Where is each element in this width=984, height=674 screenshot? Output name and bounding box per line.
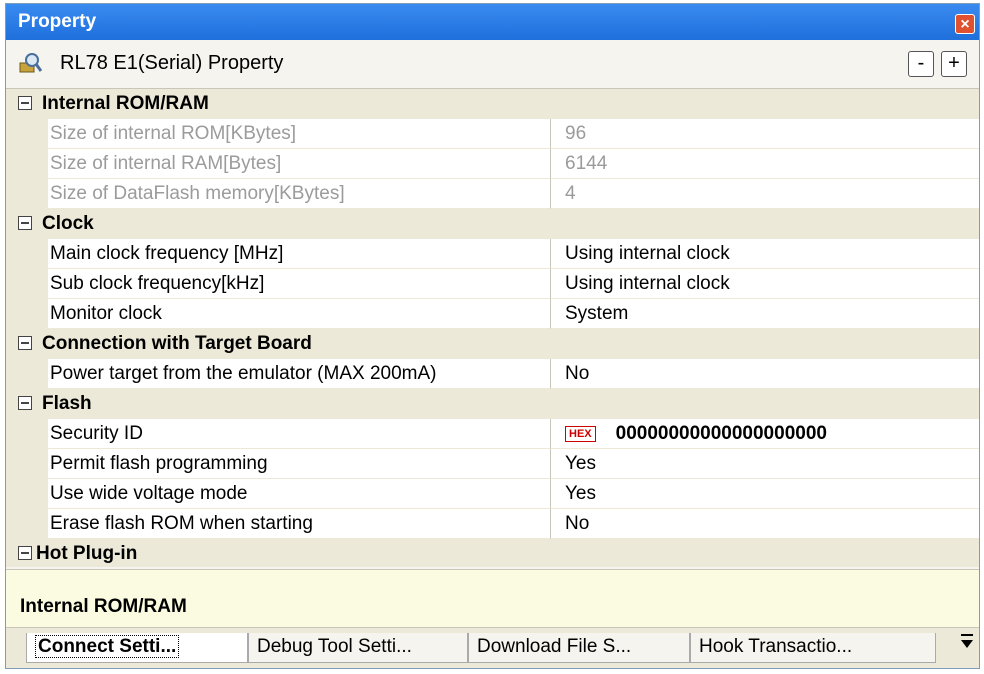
- property-row[interactable]: Monitor clock System: [6, 299, 979, 329]
- expand-all-button[interactable]: +: [941, 51, 967, 77]
- property-name: Use wide voltage mode: [48, 479, 551, 509]
- property-icon: [19, 53, 42, 73]
- collapse-icon[interactable]: [18, 96, 32, 110]
- tab-menu-icon[interactable]: [961, 634, 973, 648]
- property-value: 4: [551, 179, 979, 209]
- property-value[interactable]: Using internal clock: [551, 269, 979, 299]
- property-row[interactable]: Use wide voltage mode Yes: [6, 479, 979, 509]
- property-row[interactable]: Erase flash ROM when starting No: [6, 509, 979, 539]
- category-label: Connection with Target Board: [42, 333, 312, 354]
- category-hot-plug-in[interactable]: Hot Plug-in: [6, 539, 979, 567]
- property-row: Size of DataFlash memory[KBytes] 4: [6, 179, 979, 209]
- tab-hook-transaction-settings[interactable]: Hook Transactio...: [690, 633, 936, 663]
- property-name: Size of internal ROM[KBytes]: [48, 119, 551, 149]
- tab-label: Debug Tool Setti...: [257, 636, 412, 657]
- security-id-text: 00000000000000000000: [615, 423, 827, 444]
- collapse-icon[interactable]: [18, 336, 32, 350]
- property-row: Size of internal ROM[KBytes] 96: [6, 119, 979, 149]
- tab-label: Download File S...: [477, 636, 632, 657]
- property-value[interactable]: Yes: [551, 479, 979, 509]
- description-text: Internal ROM/RAM: [20, 596, 187, 617]
- property-row[interactable]: Security ID HEX 00000000000000000000: [6, 419, 979, 449]
- security-id-value[interactable]: HEX 00000000000000000000: [551, 419, 979, 449]
- property-row: Size of internal RAM[Bytes] 6144: [6, 149, 979, 179]
- property-name: Erase flash ROM when starting: [48, 509, 551, 539]
- property-value: 6144: [551, 149, 979, 179]
- property-name: Power target from the emulator (MAX 200m…: [48, 359, 551, 389]
- property-value[interactable]: No: [551, 359, 979, 389]
- property-row[interactable]: Sub clock frequency[kHz] Using internal …: [6, 269, 979, 299]
- property-value[interactable]: Yes: [551, 449, 979, 479]
- property-window: Property × RL78 E1(Serial) Property - + …: [5, 3, 980, 669]
- collapse-icon[interactable]: [18, 546, 32, 560]
- tab-bar: Connect Setti... Debug Tool Setti... Dow…: [6, 627, 979, 668]
- property-value: 96: [551, 119, 979, 149]
- property-name: Security ID: [48, 419, 551, 449]
- property-value[interactable]: Using internal clock: [551, 239, 979, 269]
- category-label: Internal ROM/RAM: [42, 93, 209, 114]
- property-name: Size of internal RAM[Bytes]: [48, 149, 551, 179]
- property-name: Size of DataFlash memory[KBytes]: [48, 179, 551, 209]
- property-header-label: RL78 E1(Serial) Property: [60, 52, 284, 74]
- property-value[interactable]: System: [551, 299, 979, 329]
- window-title: Property: [18, 11, 97, 32]
- property-grid: Internal ROM/RAM Size of internal ROM[KB…: [6, 89, 979, 567]
- hex-badge: HEX: [565, 425, 596, 442]
- category-label: Hot Plug-in: [36, 543, 138, 564]
- property-name: Sub clock frequency[kHz]: [48, 269, 551, 299]
- property-header: RL78 E1(Serial) Property - +: [6, 40, 979, 89]
- category-label: Flash: [42, 393, 92, 414]
- property-name: Permit flash programming: [48, 449, 551, 479]
- tab-label: Connect Setti...: [35, 635, 180, 658]
- property-row[interactable]: Main clock frequency [MHz] Using interna…: [6, 239, 979, 269]
- category-clock[interactable]: Clock: [6, 209, 979, 239]
- property-name: Main clock frequency [MHz]: [48, 239, 551, 269]
- property-value[interactable]: No: [551, 509, 979, 539]
- category-flash[interactable]: Flash: [6, 389, 979, 419]
- tab-download-file-settings[interactable]: Download File S...: [468, 633, 690, 663]
- title-bar: Property ×: [6, 4, 979, 40]
- tab-label: Hook Transactio...: [699, 636, 853, 657]
- property-row[interactable]: Permit flash programming Yes: [6, 449, 979, 479]
- tab-debug-tool-settings[interactable]: Debug Tool Setti...: [248, 633, 468, 663]
- property-row[interactable]: Power target from the emulator (MAX 200m…: [6, 359, 979, 389]
- property-name: Monitor clock: [48, 299, 551, 329]
- category-label: Clock: [42, 213, 94, 234]
- collapse-icon[interactable]: [18, 396, 32, 410]
- tab-connect-settings[interactable]: Connect Setti...: [26, 633, 248, 663]
- category-connection-with-target-board[interactable]: Connection with Target Board: [6, 329, 979, 359]
- category-internal-rom-ram[interactable]: Internal ROM/RAM: [6, 89, 979, 119]
- description-panel: Internal ROM/RAM: [6, 569, 979, 630]
- close-icon[interactable]: ×: [955, 14, 975, 34]
- collapse-all-button[interactable]: -: [908, 51, 934, 77]
- collapse-icon[interactable]: [18, 216, 32, 230]
